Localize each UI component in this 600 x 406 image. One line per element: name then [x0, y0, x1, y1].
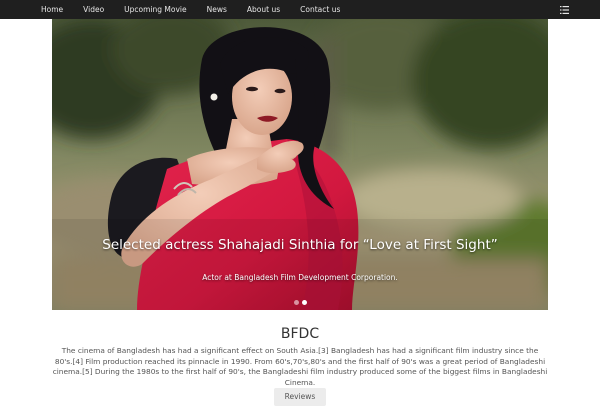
carousel-indicator-1[interactable] — [293, 300, 299, 305]
carousel-slide-image — [52, 19, 548, 310]
hero-carousel[interactable]: Selected actress Shahajadi Sinthia for “… — [52, 19, 548, 310]
nav-video[interactable]: Video — [73, 0, 114, 19]
nav-about-us[interactable]: About us — [237, 0, 290, 19]
carousel-caption-subtitle: Actor at Bangladesh Film Development Cor… — [202, 273, 398, 282]
carousel-indicators — [52, 300, 548, 305]
carousel-indicator-2[interactable] — [301, 300, 307, 305]
nav-links: Home Video Upcoming Movie News About us … — [31, 0, 350, 19]
reviews-button[interactable]: Reviews — [274, 388, 326, 406]
section-description: The cinema of Bangladesh has had a signi… — [52, 346, 548, 387]
carousel-caption-title: Selected actress Shahajadi Sinthia for “… — [102, 237, 498, 253]
menu-list-icon[interactable] — [558, 3, 571, 16]
nav-home[interactable]: Home — [31, 0, 73, 19]
nav-contact-us[interactable]: Contact us — [290, 0, 350, 19]
nav-news[interactable]: News — [197, 0, 237, 19]
top-navbar: Home Video Upcoming Movie News About us … — [0, 0, 600, 19]
section-title: BFDC — [280, 326, 320, 342]
nav-upcoming-movie[interactable]: Upcoming Movie — [114, 0, 196, 19]
